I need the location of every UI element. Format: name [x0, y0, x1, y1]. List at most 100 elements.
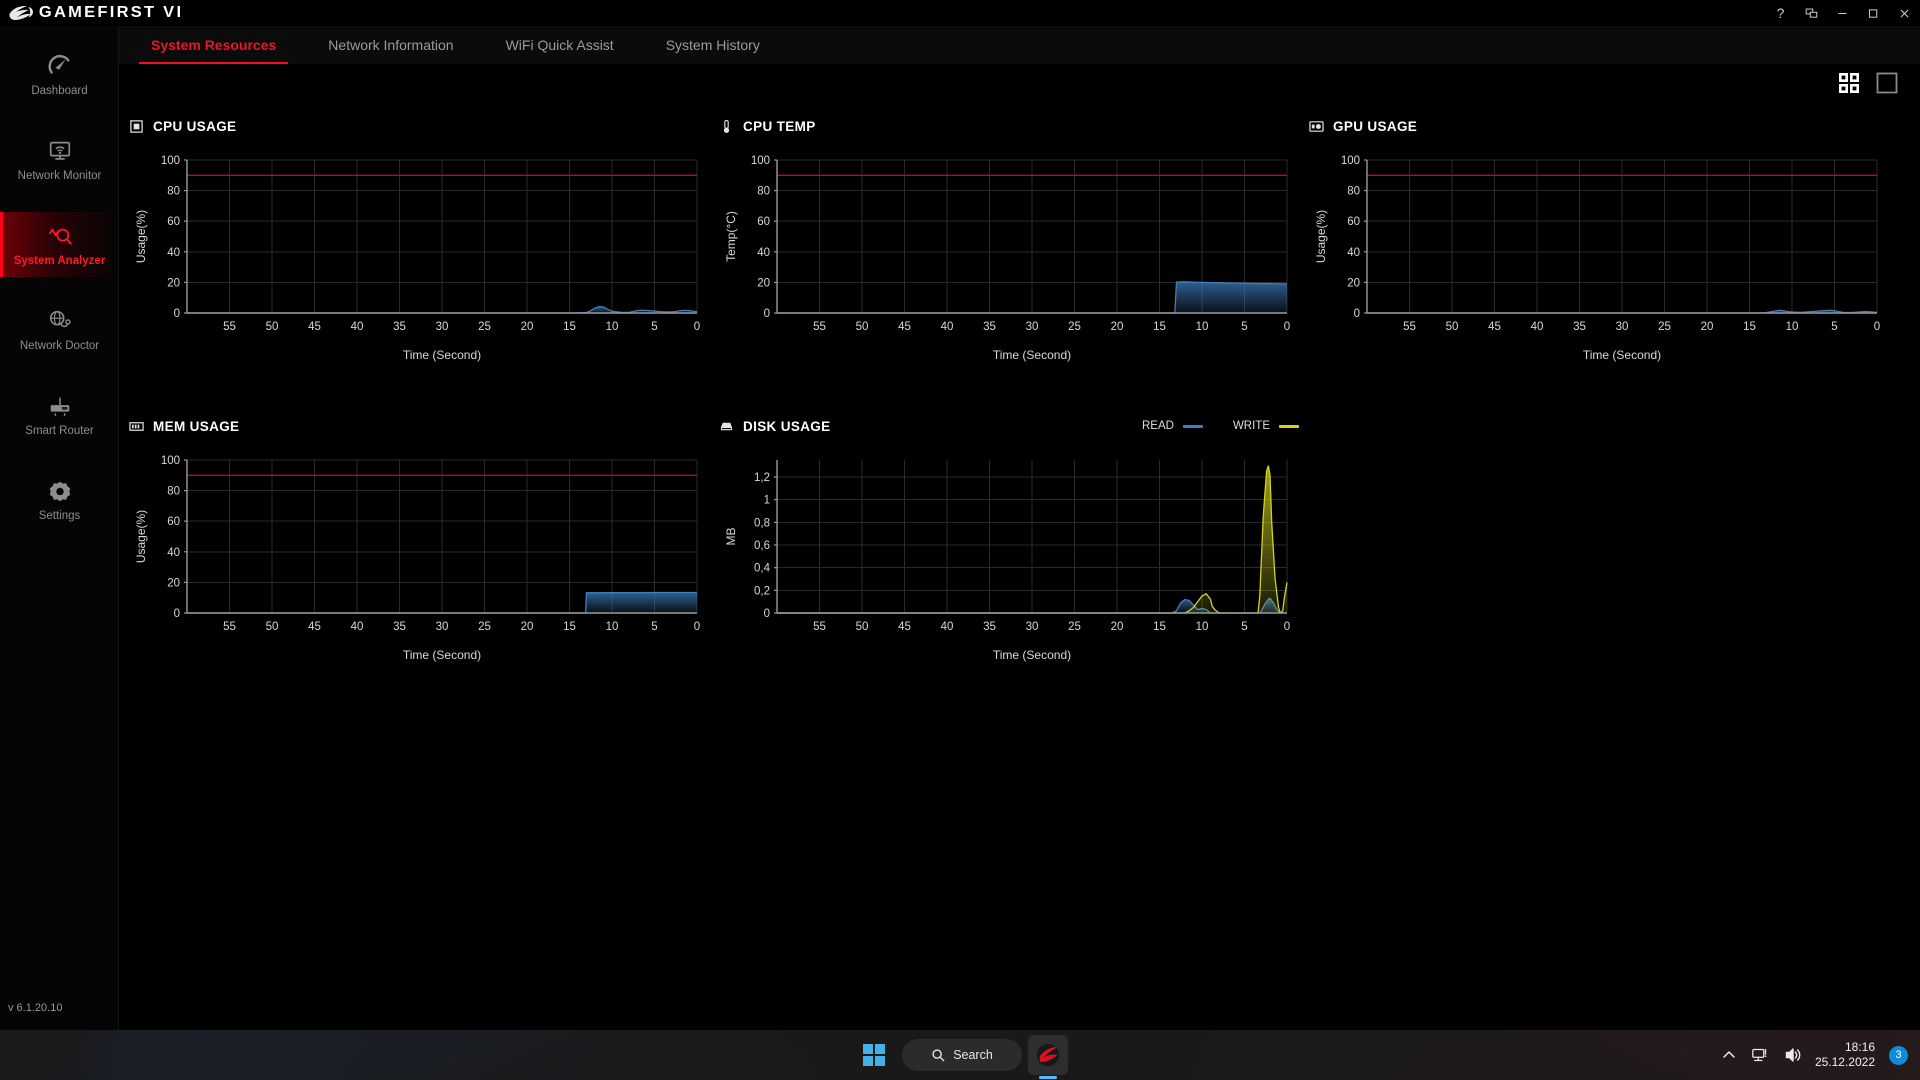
tab-system-resources[interactable]: System Resources	[125, 26, 302, 64]
taskbar-clock[interactable]: 18:16 25.12.2022	[1815, 1040, 1875, 1070]
svg-text:45: 45	[1488, 321, 1501, 333]
memory-stick-icon	[129, 421, 144, 431]
tab-system-history[interactable]: System History	[640, 26, 786, 64]
legend-label: WRITE	[1232, 420, 1270, 432]
svg-text:Usage(%): Usage(%)	[134, 510, 148, 563]
sidebar-item-smart-router[interactable]: Smart Router	[0, 382, 119, 447]
chart-gpu-usage[interactable]: 0 20 40 60 80 100 55 50 45 40 35 30 25 20 15 10 5 0 Time (…	[1309, 150, 1909, 365]
gpu-chip-icon	[1309, 120, 1324, 132]
chart-disk-usage[interactable]: 0 0,2 0,4 0,6 0,8 1 1,2 55 50 45 40 35 30 25 20 15 10 5 0 T…	[719, 450, 1309, 665]
svg-text:100: 100	[161, 155, 180, 167]
window-mode-button[interactable]	[1796, 0, 1827, 26]
svg-text:35: 35	[983, 621, 996, 633]
single-view-button[interactable]	[1876, 72, 1898, 94]
chart-cpu-usage[interactable]: 0 20 40 60 80 100 55 50 45 40 35 30 25 20 15 10 5 0 Time (…	[129, 150, 719, 365]
svg-text:55: 55	[1403, 321, 1416, 333]
panel-title: DISK USAGE	[743, 418, 831, 434]
app-brand: GAMEFIRST VI	[0, 0, 181, 26]
sidebar-item-network-doctor[interactable]: Network Doctor	[0, 297, 119, 362]
svg-text:40: 40	[351, 621, 364, 633]
svg-text:45: 45	[308, 621, 321, 633]
sidebar-item-settings[interactable]: Settings	[0, 467, 119, 532]
windows-taskbar: Search 18:16 25.12.2022 3	[0, 1030, 1920, 1080]
taskbar-search-button[interactable]: Search	[902, 1039, 1022, 1071]
chart-cpu-temp[interactable]: 0 20 40 60 80 100 55 50 45 40 35 30 25 20 15 10 5 0 Time (…	[719, 150, 1309, 365]
sidebar-item-network-monitor[interactable]: Network Monitor	[0, 127, 119, 192]
svg-text:60: 60	[757, 216, 770, 228]
restore-window-icon	[1805, 8, 1818, 18]
tab-label: Network Information	[328, 37, 454, 53]
svg-text:0,2: 0,2	[754, 585, 770, 597]
start-button[interactable]	[852, 1035, 896, 1075]
pulse-search-icon	[48, 228, 72, 244]
panel-disk-usage: DISK USAGE READ WRITE 0 0,2 0,4 0,6 0,8 1 1,2 5	[719, 416, 1309, 665]
svg-text:0,6: 0,6	[754, 540, 770, 552]
sidebar-item-system-analyzer[interactable]: System Analyzer	[0, 212, 119, 277]
speedometer-icon	[48, 54, 70, 74]
ethernet-icon[interactable]	[1751, 1045, 1771, 1065]
close-button[interactable]	[1889, 0, 1920, 26]
sidebar-item-list: Dashboard Network Monitor System Analyze…	[0, 26, 119, 532]
svg-text:40: 40	[757, 247, 770, 259]
svg-text:40: 40	[1347, 247, 1360, 259]
svg-text:50: 50	[266, 621, 279, 633]
svg-text:1,2: 1,2	[754, 472, 770, 484]
content-area: System Resources Network Information WiF…	[119, 26, 1920, 1030]
thermometer-icon	[723, 119, 730, 133]
rog-eye-logo-icon	[9, 5, 33, 20]
svg-text:0: 0	[174, 608, 180, 620]
svg-text:0: 0	[764, 608, 770, 620]
svg-text:0,8: 0,8	[754, 517, 770, 529]
svg-text:0: 0	[694, 621, 700, 633]
sidebar-item-label: Smart Router	[25, 424, 94, 437]
chart-mem-usage[interactable]: 0 20 40 60 80 100 55 50 45 40 35 30 25 20 15 10 5 0 Time (…	[129, 450, 719, 665]
legend-item-write: WRITE	[1233, 420, 1299, 432]
sidebar-item-label: Network Monitor	[17, 169, 102, 182]
tab-network-information[interactable]: Network Information	[302, 26, 479, 64]
svg-text:100: 100	[751, 155, 770, 167]
legend-item-read: READ	[1142, 420, 1203, 432]
svg-text:35: 35	[983, 321, 996, 333]
panel-cpu-usage: CPU USAGE 0 20 40 60 80 100 55 50 45 40 35 30 25 20 15…	[129, 116, 719, 365]
svg-text:0: 0	[764, 308, 770, 320]
cpu-chip-icon	[130, 119, 143, 133]
svg-text:55: 55	[223, 621, 236, 633]
sidebar-item-dashboard[interactable]: Dashboard	[0, 42, 119, 107]
sidebar-item-label: Dashboard	[31, 84, 88, 97]
tab-label: System History	[665, 37, 760, 53]
svg-text:20: 20	[521, 621, 534, 633]
svg-text:15: 15	[563, 321, 576, 333]
panel-gpu-usage: GPU USAGE 0 20 40 60 80 100 55 50 45 40 35 30 25 20 15…	[1309, 116, 1909, 365]
search-icon	[932, 1049, 945, 1062]
svg-text:55: 55	[223, 321, 236, 333]
notification-badge[interactable]: 3	[1889, 1045, 1908, 1065]
svg-text:Usage(%): Usage(%)	[1314, 210, 1328, 263]
grid-view-button[interactable]	[1838, 72, 1860, 94]
minimize-button[interactable]	[1827, 0, 1858, 26]
tab-wifi-quick-assist[interactable]: WiFi Quick Assist	[480, 26, 640, 64]
svg-text:40: 40	[167, 247, 180, 259]
svg-text:20: 20	[1347, 277, 1360, 289]
svg-text:80: 80	[1347, 186, 1360, 198]
svg-text:25: 25	[1068, 621, 1081, 633]
svg-text:15: 15	[1153, 321, 1166, 333]
svg-text:25: 25	[1658, 321, 1671, 333]
svg-text:100: 100	[161, 455, 180, 467]
maximize-button[interactable]	[1858, 0, 1889, 26]
taskbar-app-gamefirst[interactable]	[1028, 1035, 1068, 1075]
taskbar-center-group: Search	[852, 1030, 1068, 1080]
help-button[interactable]: ?	[1765, 0, 1796, 26]
svg-text:5: 5	[651, 621, 657, 633]
svg-text:10: 10	[606, 321, 619, 333]
chevron-up-icon[interactable]	[1719, 1045, 1739, 1065]
svg-text:0: 0	[1354, 308, 1360, 320]
panel-title: CPU USAGE	[153, 118, 237, 134]
legend-label: READ	[1141, 420, 1174, 432]
sidebar-item-label: System Analyzer	[13, 254, 106, 267]
svg-text:Time (Second): Time (Second)	[403, 648, 481, 662]
svg-text:45: 45	[898, 321, 911, 333]
speaker-icon[interactable]	[1783, 1045, 1803, 1065]
svg-text:5: 5	[651, 321, 657, 333]
svg-text:80: 80	[167, 486, 180, 498]
svg-text:0,4: 0,4	[754, 563, 771, 575]
